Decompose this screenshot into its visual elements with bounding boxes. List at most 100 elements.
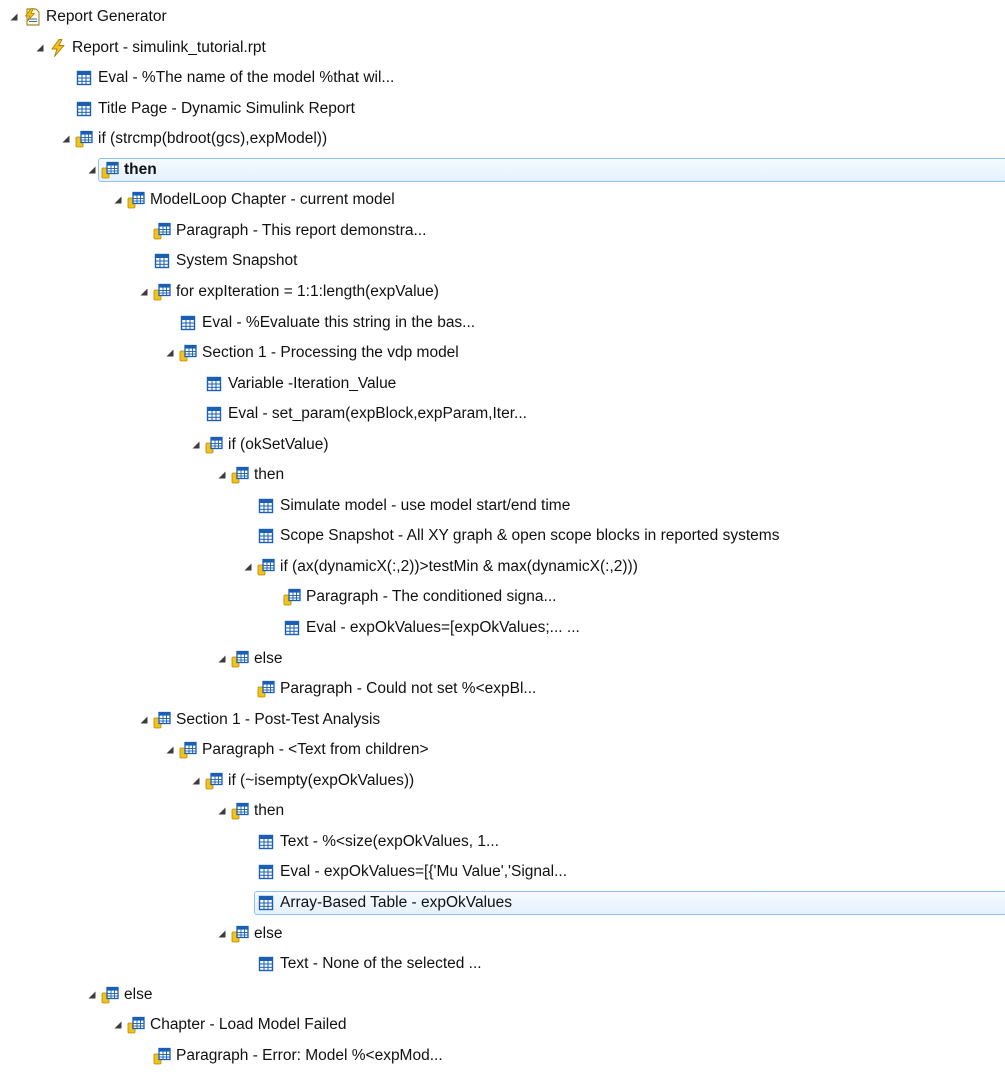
expand-toggle-icon[interactable] — [138, 286, 150, 298]
tree-node-label[interactable]: Section 1 - Processing the vdp model — [202, 344, 459, 362]
parent-component-icon — [153, 222, 171, 240]
expand-toggle-icon[interactable] — [8, 11, 20, 23]
report-explorer-tree: Report Generator Report - simulink_tutori… — [0, 0, 1005, 1074]
tree-node-label[interactable]: Paragraph - Could not set %<expBl... — [280, 680, 536, 698]
table-component-icon — [179, 314, 197, 332]
tree-row[interactable]: Report Generator — [0, 2, 1005, 32]
tree-node-label[interactable]: Section 1 - Post-Test Analysis — [176, 711, 380, 729]
tree-row[interactable]: Paragraph - The conditioned signa... — [0, 582, 1005, 612]
tree-node-label[interactable]: Paragraph - This report demonstra... — [176, 222, 426, 240]
tree-node-label[interactable]: if (~isempty(expOkValues)) — [228, 772, 414, 790]
tree-node-label[interactable]: then — [124, 161, 157, 179]
tree-node-label[interactable]: else — [254, 925, 282, 943]
tree-node-label[interactable]: Eval - expOkValues=[expOkValues;... ... — [306, 619, 580, 637]
tree-row[interactable]: Paragraph - Could not set %<expBl... — [0, 674, 1005, 704]
expand-toggle-icon[interactable] — [86, 164, 98, 176]
tree-node-label[interactable]: Title Page - Dynamic Simulink Report — [98, 100, 355, 118]
parent-component-icon — [231, 925, 249, 943]
parent-component-icon — [179, 741, 197, 759]
tree-node-label[interactable]: System Snapshot — [176, 252, 297, 270]
report-lightning-icon — [49, 38, 67, 57]
tree-row[interactable]: then — [0, 460, 1005, 490]
expand-toggle-icon[interactable] — [190, 439, 202, 451]
tree-row[interactable]: else — [0, 919, 1005, 949]
tree-row[interactable]: if (ax(dynamicX(:,2))>testMin & max(dyna… — [0, 552, 1005, 582]
expand-toggle-icon[interactable] — [164, 744, 176, 756]
tree-row[interactable]: Section 1 - Processing the vdp model — [0, 338, 1005, 368]
tree-node-label[interactable]: Paragraph - <Text from children> — [202, 741, 429, 759]
tree-node-label[interactable]: Eval - expOkValues=[{'Mu Value','Signal.… — [280, 863, 567, 881]
table-component-icon — [205, 405, 223, 423]
tree-row[interactable]: ModelLoop Chapter - current model — [0, 185, 1005, 215]
expand-toggle-icon[interactable] — [112, 1019, 124, 1031]
tree-row[interactable]: if (~isempty(expOkValues)) — [0, 766, 1005, 796]
table-component-icon — [283, 619, 301, 637]
tree-node-label[interactable]: Eval - %The name of the model %that wil.… — [98, 69, 394, 87]
tree-row[interactable]: Text - None of the selected ... — [0, 949, 1005, 979]
tree-node-label[interactable]: if (strcmp(bdroot(gcs),expModel)) — [98, 130, 327, 148]
tree-row[interactable]: Eval - %The name of the model %that wil.… — [0, 63, 1005, 93]
tree-row[interactable]: for expIteration = 1:1:length(expValue) — [0, 277, 1005, 307]
tree-row[interactable]: Eval - expOkValues=[expOkValues;... ... — [0, 613, 1005, 643]
parent-component-icon — [153, 283, 171, 301]
tree-node-label[interactable]: Simulate model - use model start/end tim… — [280, 497, 570, 515]
tree-row[interactable]: System Snapshot — [0, 246, 1005, 276]
tree-node-label[interactable]: Array-Based Table - expOkValues — [280, 894, 512, 912]
tree-row[interactable]: Scope Snapshot - All XY graph & open sco… — [0, 521, 1005, 551]
tree-row[interactable]: if (okSetValue) — [0, 430, 1005, 460]
tree-row[interactable]: Text - %<size(expOkValues, 1... — [0, 827, 1005, 857]
tree-row[interactable]: Report - simulink_tutorial.rpt — [0, 33, 1005, 63]
tree-row[interactable]: then — [0, 796, 1005, 826]
tree-node-label[interactable]: for expIteration = 1:1:length(expValue) — [176, 283, 439, 301]
tree-row[interactable]: Paragraph - Error: Model %<expMod... — [0, 1041, 1005, 1071]
parent-component-icon — [75, 130, 93, 148]
expand-toggle-icon[interactable] — [164, 347, 176, 359]
tree-row[interactable]: Section 1 - Post-Test Analysis — [0, 705, 1005, 735]
tree-row[interactable]: Simulate model - use model start/end tim… — [0, 491, 1005, 521]
selection-highlight — [98, 157, 1005, 182]
tree-row[interactable]: Paragraph - <Text from children> — [0, 735, 1005, 765]
tree-row[interactable]: Eval - %Evaluate this string in the bas.… — [0, 308, 1005, 338]
expand-toggle-icon[interactable] — [216, 805, 228, 817]
tree-node-label[interactable]: Report - simulink_tutorial.rpt — [72, 39, 266, 57]
tree-node-label[interactable]: Eval - %Evaluate this string in the bas.… — [202, 314, 475, 332]
tree-row[interactable]: Eval - expOkValues=[{'Mu Value','Signal.… — [0, 857, 1005, 887]
tree-node-label[interactable]: if (okSetValue) — [228, 436, 329, 454]
expand-toggle-icon[interactable] — [216, 469, 228, 481]
tree-node-label[interactable]: then — [254, 802, 284, 820]
tree-node-label[interactable]: Paragraph - Error: Model %<expMod... — [176, 1047, 443, 1065]
tree-node-label[interactable]: if (ax(dynamicX(:,2))>testMin & max(dyna… — [280, 558, 638, 576]
table-component-icon — [257, 894, 275, 912]
tree-node-label[interactable]: Eval - set_param(expBlock,expParam,Iter.… — [228, 405, 527, 423]
expand-toggle-icon[interactable] — [34, 42, 46, 54]
tree-node-label[interactable]: Text - %<size(expOkValues, 1... — [280, 833, 499, 851]
tree-node-label[interactable]: Report Generator — [46, 8, 167, 26]
tree-row[interactable]: Array-Based Table - expOkValues — [0, 888, 1005, 918]
expand-toggle-icon[interactable] — [190, 775, 202, 787]
tree-row[interactable]: Chapter - Load Model Failed — [0, 1010, 1005, 1040]
tree-row[interactable]: Eval - set_param(expBlock,expParam,Iter.… — [0, 399, 1005, 429]
tree-row[interactable]: Title Page - Dynamic Simulink Report — [0, 94, 1005, 124]
tree-row[interactable]: else — [0, 980, 1005, 1010]
tree-row[interactable]: then — [0, 155, 1005, 185]
expand-toggle-icon[interactable] — [60, 133, 72, 145]
tree-row[interactable]: if (strcmp(bdroot(gcs),expModel)) — [0, 124, 1005, 154]
expand-toggle-icon[interactable] — [138, 714, 150, 726]
tree-row[interactable]: Paragraph - This report demonstra... — [0, 216, 1005, 246]
tree-row[interactable]: else — [0, 644, 1005, 674]
expand-toggle-icon[interactable] — [242, 561, 254, 573]
tree-node-label[interactable]: Text - None of the selected ... — [280, 955, 482, 973]
tree-node-label[interactable]: else — [254, 650, 282, 668]
tree-node-label[interactable]: Paragraph - The conditioned signa... — [306, 588, 556, 606]
tree-node-label[interactable]: ModelLoop Chapter - current model — [150, 191, 395, 209]
expand-toggle-icon[interactable] — [86, 989, 98, 1001]
tree-row[interactable]: Variable -Iteration_Value — [0, 369, 1005, 399]
tree-node-label[interactable]: else — [124, 986, 152, 1004]
expand-toggle-icon[interactable] — [216, 928, 228, 940]
tree-node-label[interactable]: Variable -Iteration_Value — [228, 375, 396, 393]
tree-node-label[interactable]: then — [254, 466, 284, 484]
tree-node-label[interactable]: Chapter - Load Model Failed — [150, 1016, 346, 1034]
tree-node-label[interactable]: Scope Snapshot - All XY graph & open sco… — [280, 527, 779, 545]
expand-toggle-icon[interactable] — [216, 653, 228, 665]
expand-toggle-icon[interactable] — [112, 194, 124, 206]
